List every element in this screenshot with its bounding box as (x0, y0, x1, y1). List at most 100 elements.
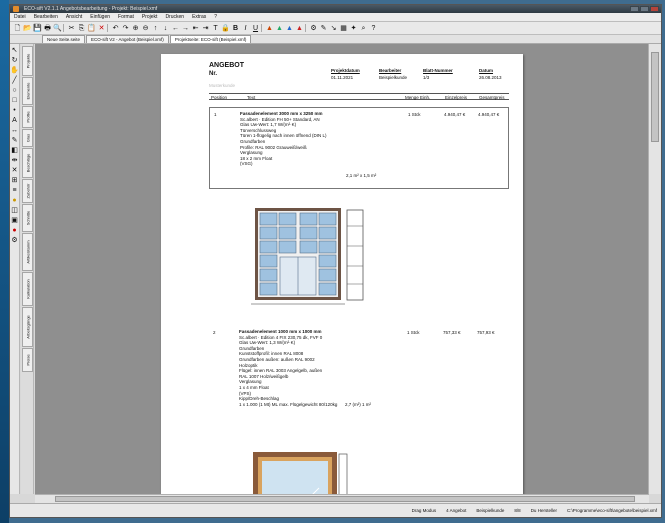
side-tab-projekte[interactable]: Projekte (22, 46, 33, 76)
tool-palette: ↖ ↻ ✋ ╱ ○ □ • A ↔ ✎ ◧ ⇹ ✕ ⊞ ≡ ● ◫ ▣ ● ⚙ (10, 44, 20, 494)
zoom-in-icon[interactable]: ⊕ (131, 24, 140, 33)
measure-tool-icon[interactable]: ↔ (11, 127, 18, 135)
menu-bearbeiten[interactable]: Bearbeiten (34, 14, 58, 20)
save-icon[interactable]: 💾 (33, 24, 42, 33)
stop-tool-icon[interactable]: ● (12, 227, 16, 235)
arrow-tool-icon[interactable]: ↘ (329, 24, 338, 33)
grid-icon[interactable]: ▦ (339, 24, 348, 33)
element-icon-4[interactable]: ▲ (295, 24, 304, 33)
menu-format[interactable]: Format (118, 14, 134, 20)
side-tab-glas[interactable]: Glas (22, 129, 33, 147)
status-role: Du Hersteller (530, 508, 557, 513)
horizontal-scrollbar[interactable] (35, 494, 649, 503)
first-page-icon[interactable]: ⇤ (191, 24, 200, 33)
menu-drucken[interactable]: Drucken (165, 14, 184, 20)
star-icon[interactable]: ✦ (349, 24, 358, 33)
pencil-icon[interactable]: ✎ (319, 24, 328, 33)
maximize-button[interactable] (640, 6, 649, 12)
print-preview-icon[interactable]: 🔍 (53, 24, 62, 33)
arrow-down-icon[interactable]: ↓ (161, 24, 170, 33)
toolbar-separator (63, 24, 66, 32)
close-button[interactable] (650, 6, 659, 12)
copy-icon[interactable]: ⎘ (77, 24, 86, 33)
header-field-bearbeiter: Bearbeiter Beispielkunde (379, 68, 408, 80)
vertical-scrollbar[interactable] (648, 44, 661, 494)
grid-tool-icon[interactable]: ⊞ (12, 177, 18, 185)
menu-ansicht[interactable]: Ansicht (66, 14, 82, 20)
redo-icon[interactable]: ↷ (121, 24, 130, 33)
app-icon (13, 6, 19, 12)
rect-tool-icon[interactable]: □ (12, 97, 16, 105)
underline-icon[interactable]: U (251, 24, 260, 33)
arrow-right-icon[interactable]: → (181, 24, 190, 33)
settings-icon[interactable]: ⚙ (309, 24, 318, 33)
menu-projekt[interactable]: Projekt (142, 14, 158, 20)
side-tab-kalkulation[interactable]: Kalkulation (22, 272, 33, 306)
side-tab-zubehoer[interactable]: Zubehör (22, 179, 33, 203)
column-gesamtpreis: Gesamtpreis (479, 95, 505, 100)
position-row-2[interactable]: 2 Fassadenelement 1000 mm x 1000 mm Sc.a… (209, 326, 509, 426)
side-tab-artikelstamm[interactable]: Artikelstamm (22, 233, 33, 271)
cut-icon[interactable]: ✂ (67, 24, 76, 33)
delete-icon[interactable]: ✕ (97, 24, 106, 33)
paste-icon[interactable]: 📋 (87, 24, 96, 33)
side-tab-arbeitsgaenge[interactable]: Arbeitsgänge (22, 307, 33, 347)
element-icon-2[interactable]: ▲ (275, 24, 284, 33)
undo-icon[interactable]: ↶ (111, 24, 120, 33)
open-folder-icon[interactable]: 📂 (23, 24, 32, 33)
tab-neue-seite[interactable]: Neue Seite.seite (42, 35, 86, 43)
dimension-tool-icon[interactable]: ⇹ (12, 157, 18, 165)
line-tool-icon[interactable]: ╱ (12, 77, 16, 85)
arrow-left-icon[interactable]: ← (171, 24, 180, 33)
menu-extras[interactable]: Extras (192, 14, 206, 20)
minimize-button[interactable] (630, 6, 639, 12)
zoom-out-icon[interactable]: ⊖ (141, 24, 150, 33)
horizontal-scroll-thumb[interactable] (55, 496, 635, 502)
unit-price: 757,33 € (443, 330, 461, 335)
text-tool-icon[interactable]: T (211, 24, 220, 33)
bold-icon[interactable]: B (231, 24, 240, 33)
tab-angebot[interactable]: ECO-sift V2 - Angebot (Beispiel.xmf) (86, 35, 169, 43)
header-field-datum: Datum 26.08.2013 (479, 68, 502, 80)
help-icon[interactable]: ? (369, 24, 378, 33)
rotate-tool-icon[interactable]: ↻ (12, 57, 18, 65)
search-icon[interactable]: ⌕ (359, 24, 368, 33)
lock-icon[interactable]: 🔒 (221, 24, 230, 33)
cross-tool-icon[interactable]: ✕ (12, 167, 18, 175)
vertical-scroll-thumb[interactable] (651, 52, 659, 142)
tab-projektseite[interactable]: Projektseite: ECO-sift (Beispiel.xmf) (169, 35, 252, 43)
new-document-icon[interactable]: 🗋 (13, 24, 22, 33)
menu-einfuegen[interactable]: Einfügen (90, 14, 110, 20)
title-bar: ECO-sift V2.1.1 Angebotsbearbeitung - Pr… (10, 5, 661, 13)
position-row-1[interactable]: 1 Fassadenelement 3000 mm x 3250 mm Sc.a… (209, 107, 509, 189)
italic-icon[interactable]: I (241, 24, 250, 33)
side-tab-profile[interactable]: Profile (22, 106, 33, 128)
hand-tool-icon[interactable]: ✋ (10, 67, 19, 75)
color-tool-icon[interactable]: ● (12, 197, 16, 205)
side-tab-schnitte[interactable]: Schnitte (22, 204, 33, 232)
menu-bar: Datei Bearbeiten Ansicht Einfügen Format… (10, 13, 661, 22)
side-tab-beschlaege[interactable]: Beschläge (22, 148, 33, 178)
last-page-icon[interactable]: ⇥ (201, 24, 210, 33)
align-tool-icon[interactable]: ≡ (12, 187, 16, 195)
element-icon-3[interactable]: ▲ (285, 24, 294, 33)
menu-help[interactable]: ? (214, 14, 217, 20)
header-field-projektdatum: Projektdatum 01.11.2021 (331, 68, 360, 80)
arrow-up-icon[interactable]: ↑ (151, 24, 160, 33)
fill-tool-icon[interactable]: ◧ (11, 147, 18, 155)
lock-tool-icon[interactable]: ▣ (11, 217, 18, 225)
position-description: Fassadenelement 3000 mm x 3250 mm Sc.alb… (240, 111, 327, 167)
side-tab-elemente[interactable]: Elemente (22, 77, 33, 105)
select-tool-icon[interactable]: ↖ (12, 47, 18, 55)
side-tab-preise[interactable]: Preise (22, 348, 33, 372)
menu-datei[interactable]: Datei (14, 14, 26, 20)
text-tool-icon[interactable]: A (12, 117, 17, 125)
settings-tool-icon[interactable]: ⚙ (11, 237, 17, 245)
print-icon[interactable]: 🖶 (43, 24, 52, 33)
layer-tool-icon[interactable]: ◫ (11, 207, 18, 215)
document-area: ANGEBOT Nr. Projektdatum 01.11.2021 Bear… (35, 44, 649, 494)
pencil-tool-icon[interactable]: ✎ (12, 137, 18, 145)
element-icon-1[interactable]: ▲ (265, 24, 274, 33)
circle-tool-icon[interactable]: ○ (12, 87, 16, 95)
dot-tool-icon[interactable]: • (13, 107, 15, 115)
